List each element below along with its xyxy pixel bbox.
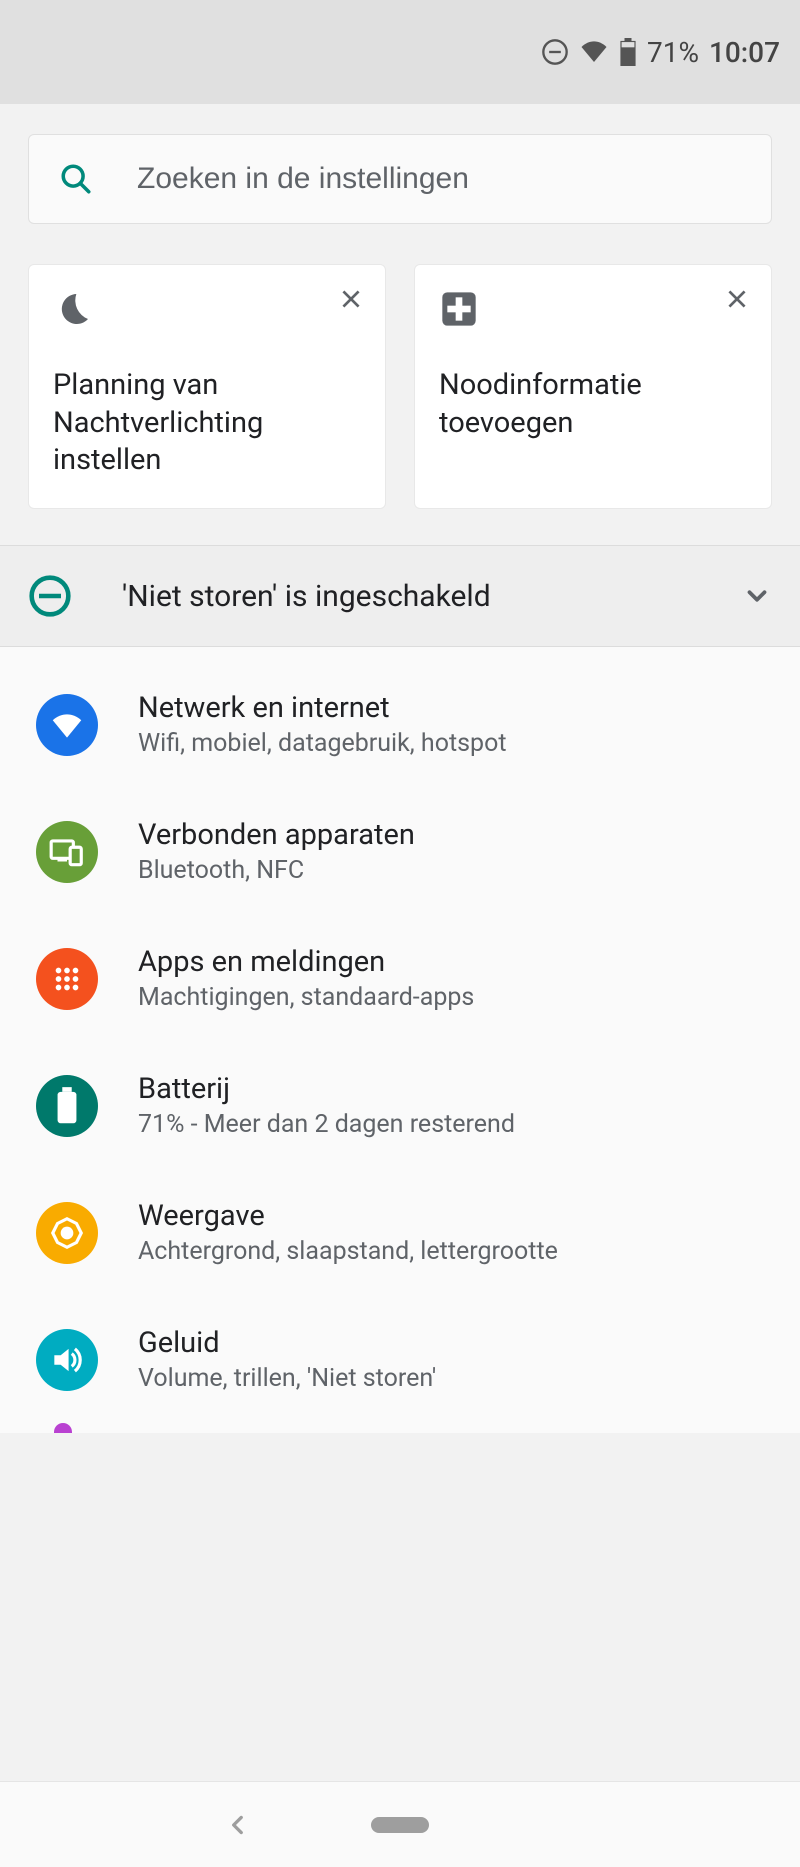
settings-item-connected-devices[interactable]: Verbonden apparaten Bluetooth, NFC: [0, 788, 800, 915]
battery-percent: 71%: [647, 36, 699, 69]
banner-text: 'Niet storen' is ingeschakeld: [122, 579, 692, 614]
item-subtitle: Volume, trillen, 'Niet storen': [138, 1364, 436, 1393]
search-icon: [59, 162, 93, 196]
item-subtitle: Wifi, mobiel, datagebruik, hotspot: [138, 729, 507, 758]
item-subtitle: Machtigingen, standaard-apps: [138, 983, 474, 1012]
item-title: Netwerk en internet: [138, 691, 507, 725]
chevron-down-icon: [742, 581, 772, 611]
devices-icon: [36, 821, 98, 883]
card-title: Planning van Nachtverlichting instellen: [53, 367, 361, 480]
dismiss-card-button[interactable]: [721, 283, 753, 315]
next-item-peek: [54, 1423, 72, 1433]
settings-list: Netwerk en internet Wifi, mobiel, datage…: [0, 647, 800, 1433]
item-title: Weergave: [138, 1199, 558, 1233]
search-settings[interactable]: [28, 134, 772, 224]
settings-item-apps[interactable]: Apps en meldingen Machtigingen, standaar…: [0, 915, 800, 1042]
battery-icon: [36, 1075, 98, 1137]
item-subtitle: 71% - Meer dan 2 dagen resterend: [138, 1110, 515, 1139]
suggestion-card-emergency-info[interactable]: Noodinformatie toevoegen: [414, 264, 772, 509]
search-input[interactable]: [137, 162, 741, 196]
item-title: Verbonden apparaten: [138, 818, 415, 852]
status-bar: 71% 10:07: [0, 0, 800, 104]
moon-icon: [53, 289, 361, 333]
dnd-icon: [28, 574, 72, 618]
apps-grid-icon: [36, 948, 98, 1010]
settings-item-display[interactable]: Weergave Achtergrond, slaapstand, letter…: [0, 1169, 800, 1296]
card-title: Noodinformatie toevoegen: [439, 367, 747, 442]
dismiss-card-button[interactable]: [335, 283, 367, 315]
close-icon: [724, 286, 750, 312]
wifi-status-icon: [579, 37, 609, 67]
dnd-banner[interactable]: 'Niet storen' is ingeschakeld: [0, 546, 800, 646]
medical-cross-icon: [439, 289, 747, 333]
close-icon: [338, 286, 364, 312]
clock-time: 10:07: [709, 36, 780, 69]
gesture-nav-bar: [0, 1781, 800, 1867]
settings-item-sound[interactable]: Geluid Volume, trillen, 'Niet storen': [0, 1296, 800, 1423]
item-subtitle: Achtergrond, slaapstand, lettergrootte: [138, 1237, 558, 1266]
settings-item-network[interactable]: Netwerk en internet Wifi, mobiel, datage…: [0, 661, 800, 788]
item-title: Apps en meldingen: [138, 945, 474, 979]
suggestion-card-night-light[interactable]: Planning van Nachtverlichting instellen: [28, 264, 386, 509]
dnd-status-icon: [541, 38, 569, 66]
brightness-icon: [36, 1202, 98, 1264]
settings-item-battery[interactable]: Batterij 71% - Meer dan 2 dagen resteren…: [0, 1042, 800, 1169]
volume-icon: [36, 1329, 98, 1391]
home-gesture-pill[interactable]: [371, 1817, 429, 1833]
back-button[interactable]: [225, 1812, 251, 1838]
item-subtitle: Bluetooth, NFC: [138, 856, 415, 885]
item-title: Geluid: [138, 1326, 436, 1360]
battery-status-icon: [619, 38, 637, 66]
wifi-icon: [36, 694, 98, 756]
item-title: Batterij: [138, 1072, 515, 1106]
expand-banner-button[interactable]: [742, 581, 772, 611]
